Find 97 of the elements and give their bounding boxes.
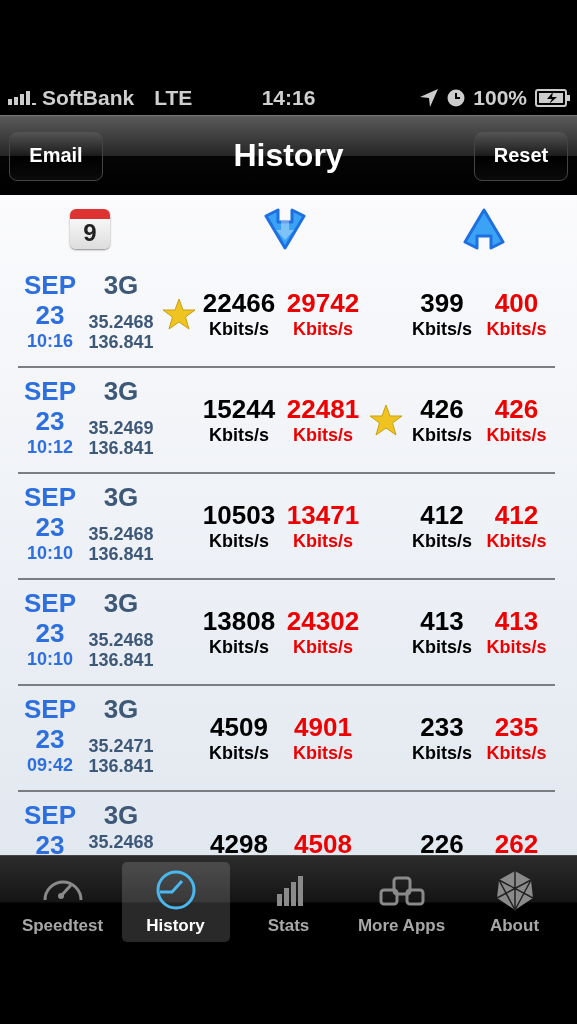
alarm-clock-icon <box>447 88 466 107</box>
date-month: SEP <box>24 376 76 406</box>
speed-unit: Kbits/s <box>209 424 269 446</box>
battery-charging-icon <box>535 88 571 107</box>
screen-title: History <box>233 137 344 174</box>
test-time: 10:16 <box>26 330 73 352</box>
latitude: 35.2468 <box>88 312 154 332</box>
date-day: 23 <box>35 618 65 648</box>
test-time: 10:12 <box>26 436 73 458</box>
upload-arrow-icon <box>461 207 506 250</box>
download-speed: 22466 <box>202 288 276 318</box>
upload-max-speed: 413 <box>494 606 539 636</box>
tab-bar-item[interactable]: Stats <box>234 862 343 942</box>
tab-bar-item[interactable]: History <box>121 862 230 942</box>
speed-unit: Kbits/s <box>486 424 547 446</box>
longitude: 136.841 <box>88 650 154 670</box>
speed-unit: Kbits/s <box>293 636 353 658</box>
network-type: 3G <box>103 270 139 300</box>
download-max-speed: 4901 <box>294 712 352 742</box>
speed-unit: Kbits/s <box>209 636 269 658</box>
latitude: 35.2468 <box>88 630 154 650</box>
speed-unit: Kbits/s <box>486 318 547 340</box>
upload-speed: 226 <box>420 829 464 855</box>
network-type: 3G <box>103 482 139 512</box>
reset-button[interactable]: Reset <box>474 130 568 181</box>
email-button[interactable]: Email <box>9 130 103 181</box>
location-arrow-icon <box>419 87 440 108</box>
date-day: 23 <box>35 406 65 436</box>
speed-unit: Kbits/s <box>209 530 269 552</box>
upload-max-speed: 235 <box>494 712 539 742</box>
battery-percent: 100% <box>473 85 527 110</box>
speed-unit: Kbits/s <box>293 530 353 552</box>
upload-max-speed: 412 <box>494 500 539 530</box>
download-speed: 10503 <box>202 500 276 530</box>
longitude: 136.841 <box>88 438 154 458</box>
date-day: 23 <box>35 724 65 754</box>
date-month: SEP <box>24 800 76 830</box>
speed-unit: Kbits/s <box>293 318 353 340</box>
latitude: 35.2468 <box>88 524 154 544</box>
latitude: 35.2469 <box>88 418 154 438</box>
test-time: 09:42 <box>26 754 73 776</box>
download-max-speed: 22481 <box>286 394 360 424</box>
download-max-speed: 13471 <box>286 500 360 530</box>
download-speed: 4509 <box>210 712 268 742</box>
longitude: 136.841 <box>88 756 154 776</box>
upload-speed: 426 <box>420 394 464 424</box>
date-month: SEP <box>24 588 76 618</box>
network-type: 3G <box>103 694 139 724</box>
upload-max-speed: 400 <box>494 288 539 318</box>
tab-bar-item[interactable]: More Apps <box>347 862 456 942</box>
upload-max-speed: 262 <box>494 829 539 855</box>
speed-unit: Kbits/s <box>412 530 472 552</box>
upload-speed: 399 <box>420 288 464 318</box>
speed-unit: Kbits/s <box>486 742 547 764</box>
speed-unit: Kbits/s <box>412 742 472 764</box>
upload-max-speed: 426 <box>494 394 539 424</box>
download-speed: 13808 <box>202 606 276 636</box>
speed-unit: Kbits/s <box>209 318 269 340</box>
date-day: 23 <box>35 300 65 330</box>
download-max-speed: 4508 <box>294 829 352 855</box>
speed-unit: Kbits/s <box>486 636 547 658</box>
date-month: SEP <box>24 694 76 724</box>
speed-unit: Kbits/s <box>293 424 353 446</box>
test-time: 10:10 <box>26 542 73 564</box>
longitude: 136.841 <box>88 544 154 564</box>
network-type: LTE <box>154 85 193 110</box>
latitude: 35.2468 <box>88 832 154 852</box>
carrier-name: SoftBank <box>42 85 135 110</box>
date-day: 23 <box>35 512 65 542</box>
test-time: 10:10 <box>26 648 73 670</box>
download-max-speed: 29742 <box>286 288 360 318</box>
speed-unit: Kbits/s <box>486 530 547 552</box>
longitude: 136.841 <box>88 332 154 352</box>
upload-speed: 233 <box>420 712 464 742</box>
speed-unit: Kbits/s <box>412 318 472 340</box>
network-type: 3G <box>103 800 139 830</box>
download-arrow-icon <box>263 207 307 250</box>
latitude: 35.2471 <box>88 736 154 756</box>
download-max-speed: 24302 <box>286 606 360 636</box>
calendar-icon: 9 <box>70 208 110 249</box>
signal-icon <box>8 90 36 105</box>
date-month: SEP <box>24 482 76 512</box>
network-type: 3G <box>103 376 139 406</box>
download-speed: 15244 <box>202 394 276 424</box>
speed-unit: Kbits/s <box>293 742 353 764</box>
speed-unit: Kbits/s <box>412 424 472 446</box>
date-month: SEP <box>24 270 76 300</box>
speed-unit: Kbits/s <box>209 742 269 764</box>
upload-speed: 412 <box>420 500 464 530</box>
clock-time: 14:16 <box>261 85 316 110</box>
download-speed: 4298 <box>210 829 268 855</box>
network-type: 3G <box>103 588 139 618</box>
speed-unit: Kbits/s <box>412 636 472 658</box>
upload-speed: 413 <box>420 606 464 636</box>
date-day: 23 <box>35 830 65 855</box>
tab-bar-item[interactable]: Speedtest <box>8 862 117 942</box>
tab-bar-item[interactable]: About <box>460 862 569 942</box>
